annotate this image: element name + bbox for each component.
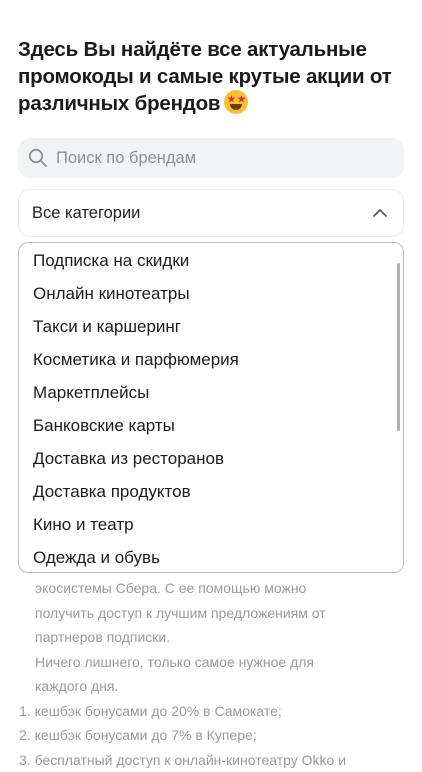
category-option[interactable]: Одежда и обувь	[19, 541, 403, 573]
category-option[interactable]: Подписка на скидки	[19, 244, 403, 277]
star-struck-emoji-icon: ★★	[224, 90, 248, 114]
description-line: каждого дня.	[0, 674, 422, 699]
category-option[interactable]: Кино и театр	[19, 508, 403, 541]
category-dropdown-list[interactable]: Подписка на скидки Онлайн кинотеатры Так…	[18, 242, 404, 573]
category-option[interactable]: Онлайн кинотеатры	[19, 277, 403, 310]
category-select-value: Все категории	[32, 204, 140, 223]
heading-line: промокоды и самые крутые акции от	[18, 63, 408, 90]
description-line: Ничего лишнего, только самое нужное для	[0, 650, 422, 675]
category-select[interactable]: Все категории	[18, 189, 404, 237]
category-option[interactable]: Банковские карты	[19, 409, 403, 442]
category-option[interactable]: Доставка продуктов	[19, 475, 403, 508]
category-option[interactable]: Доставка из ресторанов	[19, 442, 403, 475]
search-icon	[28, 148, 48, 168]
description-line: партнеров подписки.	[0, 625, 422, 650]
search-field[interactable]	[18, 138, 404, 178]
brand-description: экосистемы Сбера. С ее помощью можно пол…	[0, 576, 422, 772]
description-line: экосистемы Сбера. С ее помощью можно	[0, 576, 422, 601]
category-option[interactable]: Косметика и парфюмерия	[19, 343, 403, 376]
dropdown-scrollbar[interactable]	[397, 263, 400, 431]
description-line: получить доступ к лучшим предложениям от	[0, 601, 422, 626]
heading-line-text: различных брендов	[18, 92, 220, 115]
chevron-up-icon	[371, 204, 389, 222]
page-heading: Здесь Вы найдёте все актуальные промокод…	[18, 36, 408, 117]
search-input[interactable]	[54, 148, 378, 169]
heading-line: Здесь Вы найдёте все актуальные	[18, 36, 408, 63]
benefit-list-item: 2. кешбэк бонусами до 7% в Купере;	[0, 723, 422, 748]
heading-line: различных брендов★★	[18, 90, 408, 117]
benefit-list-item: 3. бесплатный доступ к онлайн-кинотеатру…	[0, 748, 422, 772]
benefit-list-item: 1. кешбэк бонусами до 20% в Самокате;	[0, 699, 422, 724]
category-option[interactable]: Маркетплейсы	[19, 376, 403, 409]
category-option[interactable]: Такси и каршеринг	[19, 310, 403, 343]
